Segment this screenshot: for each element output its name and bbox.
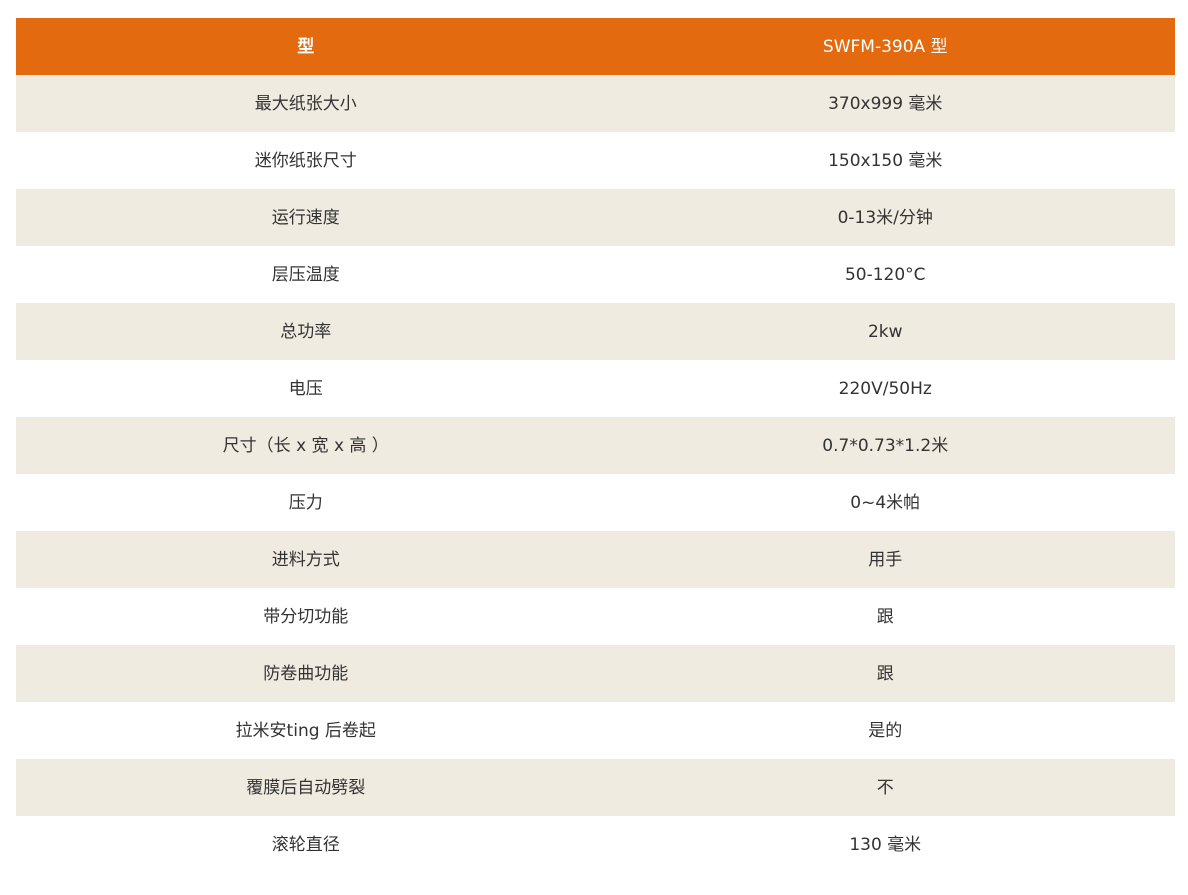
row-value: 是的: [868, 720, 903, 741]
row-label: 层压温度: [271, 264, 340, 285]
row-value: 跟: [876, 663, 894, 684]
header-row: 型 SWFM-390A 型: [16, 18, 1175, 75]
row-label: 压力: [288, 492, 323, 513]
row-value: 150x150 毫米: [828, 150, 943, 171]
table-row: 电压 220V/50Hz: [16, 360, 1175, 417]
spec-table: 型 SWFM-390A 型 最大纸张大小 370x999 毫米 迷你纸张尺寸 1…: [16, 18, 1175, 873]
table-row: 覆膜后自动劈裂 不: [16, 759, 1175, 816]
table-row: 拉米安ting 后卷起 是的: [16, 702, 1175, 759]
row-label: 滚轮直径: [271, 834, 340, 855]
row-value: 不: [876, 777, 894, 798]
row-label: 迷你纸张尺寸: [254, 150, 357, 171]
table-row: 滚轮直径 130 毫米: [16, 816, 1175, 873]
table-row: 进料方式 用手: [16, 531, 1175, 588]
header-label: 型: [297, 36, 315, 57]
table-row: 防卷曲功能 跟: [16, 645, 1175, 702]
table-row: 带分切功能 跟: [16, 588, 1175, 645]
row-value: 130 毫米: [849, 834, 922, 855]
table-row: 层压温度 50-120°C: [16, 246, 1175, 303]
row-value: 用手: [868, 549, 903, 570]
table-row: 最大纸张大小 370x999 毫米: [16, 75, 1175, 132]
table-row: 总功率 2kw: [16, 303, 1175, 360]
row-value: 220V/50Hz: [838, 378, 932, 399]
row-label: 防卷曲功能: [263, 663, 349, 684]
row-value: 0~4米帕: [850, 492, 921, 513]
row-label: 电压: [288, 378, 323, 399]
row-value: 0-13米/分钟: [837, 207, 933, 228]
row-label: 覆膜后自动劈裂: [246, 777, 366, 798]
row-label: 带分切功能: [263, 606, 349, 627]
spec-table-header: 型 SWFM-390A 型: [16, 18, 1175, 75]
row-value: 2kw: [867, 321, 903, 342]
row-label: 尺寸（长 x 宽 x 高 ）: [222, 435, 389, 456]
row-label: 总功率: [280, 321, 332, 342]
table-row: 运行速度 0-13米/分钟: [16, 189, 1175, 246]
row-label: 运行速度: [271, 207, 340, 228]
row-value: 跟: [876, 606, 894, 627]
row-label: 进料方式: [271, 549, 340, 570]
row-value: 50-120°C: [844, 264, 926, 285]
row-label: 拉米安ting 后卷起: [235, 720, 376, 741]
spec-table-container: 型 SWFM-390A 型 最大纸张大小 370x999 毫米 迷你纸张尺寸 1…: [16, 18, 1175, 873]
row-value: 0.7*0.73*1.2米: [822, 435, 949, 456]
table-row: 尺寸（长 x 宽 x 高 ） 0.7*0.73*1.2米: [16, 417, 1175, 474]
table-row: 压力 0~4米帕: [16, 474, 1175, 531]
spec-table-body: 最大纸张大小 370x999 毫米 迷你纸张尺寸 150x150 毫米 运行速度…: [16, 75, 1175, 873]
table-row: 迷你纸张尺寸 150x150 毫米: [16, 132, 1175, 189]
row-value: 370x999 毫米: [828, 93, 943, 114]
header-value: SWFM-390A 型: [822, 36, 948, 57]
row-label: 最大纸张大小: [254, 93, 357, 114]
